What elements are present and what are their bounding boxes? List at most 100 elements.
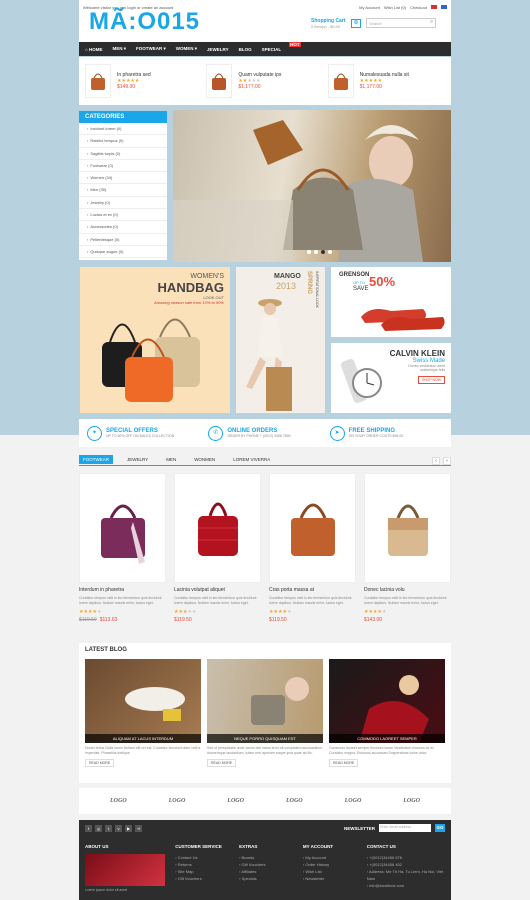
footer-link[interactable]: Brands (239, 854, 293, 861)
twitter-icon[interactable]: t (105, 824, 112, 832)
product-name[interactable]: Interdum in pharetra (79, 587, 166, 593)
blog-post[interactable]: NEQUE PORRO QUISQUAM EST Sed ut perspici… (207, 659, 323, 767)
my-account-link[interactable]: My Account (359, 5, 380, 10)
read-more-button[interactable]: READ MORE (329, 759, 359, 767)
footer-link[interactable]: Affiliates (239, 868, 293, 875)
calvin-klein-banner[interactable]: CALVIN KLEIN Swiss Made Donec vestibulum… (331, 343, 451, 413)
product-image[interactable] (79, 473, 166, 583)
share-icon[interactable]: ⋖ (135, 824, 142, 832)
slider-dots[interactable] (307, 250, 332, 254)
product-card[interactable]: Lacinia volutpat aliquet Curabitur tempu… (174, 473, 261, 623)
product-thumbnail[interactable] (327, 64, 354, 98)
strip-product[interactable]: Numalesuada nulla sit ★★★★★ $1,177.00 (327, 61, 445, 101)
facebook-icon[interactable]: f (85, 824, 92, 832)
next-arrow-icon[interactable]: › (443, 457, 451, 465)
blog-post[interactable]: COMMODO LAOREET SEMPER Commodo laoreet s… (329, 659, 445, 767)
brand-logo[interactable]: LOGO (286, 798, 303, 804)
brand-logo[interactable]: LOGO (169, 798, 186, 804)
search-icon[interactable]: ⌕ (430, 19, 433, 26)
slider-dot[interactable] (328, 250, 332, 254)
category-item[interactable]: Footwear (0) (79, 160, 167, 173)
product-card[interactable]: Donec lacinia volu Curabitur tempus veli… (364, 473, 451, 623)
category-item[interactable]: Accessories (0) (79, 221, 167, 234)
brand-logo[interactable]: LOGO (403, 798, 420, 804)
strip-product[interactable]: Quam vulputate ips ★★★★★ $1,177.00 (206, 61, 323, 101)
brand-logo[interactable]: LOGO (227, 798, 244, 804)
product-image[interactable] (364, 473, 451, 583)
strip-product[interactable]: In pharetra sed ★★★★★ $149.00 (85, 61, 202, 101)
product-name[interactable]: Donec lacinia volu (364, 587, 451, 593)
nav-home[interactable]: ⌂ HOME (85, 47, 102, 52)
category-item[interactable]: Women (34) (79, 172, 167, 185)
brand-logo[interactable]: LOGO (345, 798, 362, 804)
hero-slider[interactable] (173, 110, 451, 262)
tab-jewelry[interactable]: JEWELRY (123, 455, 152, 464)
flag-icon[interactable] (431, 5, 437, 9)
read-more-button[interactable]: READ MORE (207, 759, 237, 767)
nav-jewelry[interactable]: JEWELRY (207, 47, 229, 52)
footer-link[interactable]: Gift Vouchers (239, 861, 293, 868)
youtube-icon[interactable]: ▶ (125, 824, 132, 832)
slider-dot[interactable] (307, 250, 311, 254)
slider-dot[interactable] (321, 250, 325, 254)
footer-link[interactable]: Returns (175, 861, 229, 868)
footer-link[interactable]: Order History (303, 861, 357, 868)
footer-link[interactable]: Specials (239, 875, 293, 882)
product-name[interactable]: Lacinia volutpat aliquet (174, 587, 261, 593)
shop-now-button[interactable]: SHOP NOW (417, 376, 445, 384)
google-plus-icon[interactable]: g (95, 824, 102, 832)
category-item[interactable]: Incidunt lorem (0) (79, 123, 167, 136)
contact-email[interactable]: info@localhost.com (367, 882, 445, 889)
blog-image[interactable]: COMMODO LAOREET SEMPER (329, 659, 445, 743)
footer-link[interactable]: Site Map (175, 868, 229, 875)
nav-women[interactable]: WOMEN ▾ (176, 46, 197, 52)
blog-post[interactable]: ALIQUAM AT LACUS INTERDUM Donec tellus N… (85, 659, 201, 767)
product-thumbnail[interactable] (85, 64, 111, 98)
product-name[interactable]: Cras porta massa at (269, 587, 356, 593)
category-item[interactable]: Jewelry (0) (79, 197, 167, 210)
shopping-cart[interactable]: Shopping Cart 0 item(s) - $0.00 (311, 18, 345, 29)
grenson-banner[interactable]: GRENSON UP TO 50% SAVE (331, 267, 451, 337)
newsletter-email-input[interactable]: Enter email address (379, 824, 431, 832)
category-item[interactable]: Quisque augue (0) (79, 246, 167, 259)
cart-icon[interactable]: ⊕ (351, 19, 361, 28)
handbag-banner[interactable]: WOMEN'S HANDBAG LOOK OUT Amazing season … (80, 267, 230, 413)
tab-footwear[interactable]: FOOTWEAR (79, 455, 113, 464)
footer-link[interactable]: Gift Vouchers (175, 875, 229, 882)
category-item[interactable]: Rabitur tempus (0) (79, 135, 167, 148)
nav-men[interactable]: MEN ▾ (112, 46, 126, 52)
vimeo-icon[interactable]: v (115, 824, 122, 832)
nav-blog[interactable]: BLOG (239, 47, 252, 52)
footer-link[interactable]: Contact Us (175, 854, 229, 861)
product-thumbnail[interactable] (206, 64, 233, 98)
product-card[interactable]: Cras porta massa at Curabitur tempus vel… (269, 473, 356, 623)
tab-men[interactable]: MEN (162, 455, 180, 464)
prev-arrow-icon[interactable]: ‹ (432, 457, 440, 465)
mango-banner[interactable]: MANGO 2013 SPRING INSPIRATIONAL LOOK (236, 267, 325, 413)
nav-footwear[interactable]: FOOTWEAR ▾ (136, 46, 166, 52)
category-item[interactable]: Sagittis turpis (0) (79, 148, 167, 160)
newsletter-submit-button[interactable]: GO (435, 824, 445, 832)
brand-logo[interactable]: LOGO (110, 798, 127, 804)
product-image[interactable] (174, 473, 261, 583)
tab-women[interactable]: WONMEN (190, 455, 219, 464)
store-logo[interactable]: MÃ:O015 (89, 8, 200, 36)
footer-link[interactable]: Newsletter (303, 875, 357, 882)
blog-image[interactable]: ALIQUAM AT LACUS INTERDUM (85, 659, 201, 743)
search-input[interactable]: Search (366, 18, 436, 28)
product-image[interactable] (269, 473, 356, 583)
product-card[interactable]: Interdum in pharetra Curabitur tempus ve… (79, 473, 166, 623)
category-item[interactable]: Pellentesque (0) (79, 234, 167, 246)
tab-lorem-viverra[interactable]: LOREM VIVERRA (229, 455, 274, 464)
wishlist-link[interactable]: Wish List (0) (384, 5, 406, 10)
footer-link[interactable]: Wish List (303, 868, 357, 875)
blog-image[interactable]: NEQUE PORRO QUISQUAM EST (207, 659, 323, 743)
flag-icon[interactable] (441, 5, 447, 9)
slider-dot[interactable] (314, 250, 318, 254)
category-item[interactable]: Men (30) (79, 184, 167, 197)
read-more-button[interactable]: READ MORE (85, 759, 115, 767)
nav-special[interactable]: SPECIAL HOT (262, 41, 301, 52)
checkout-link[interactable]: Checkout (410, 5, 427, 10)
category-item[interactable]: Luctus et ex (0) (79, 209, 167, 222)
footer-link[interactable]: My Account (303, 854, 357, 861)
